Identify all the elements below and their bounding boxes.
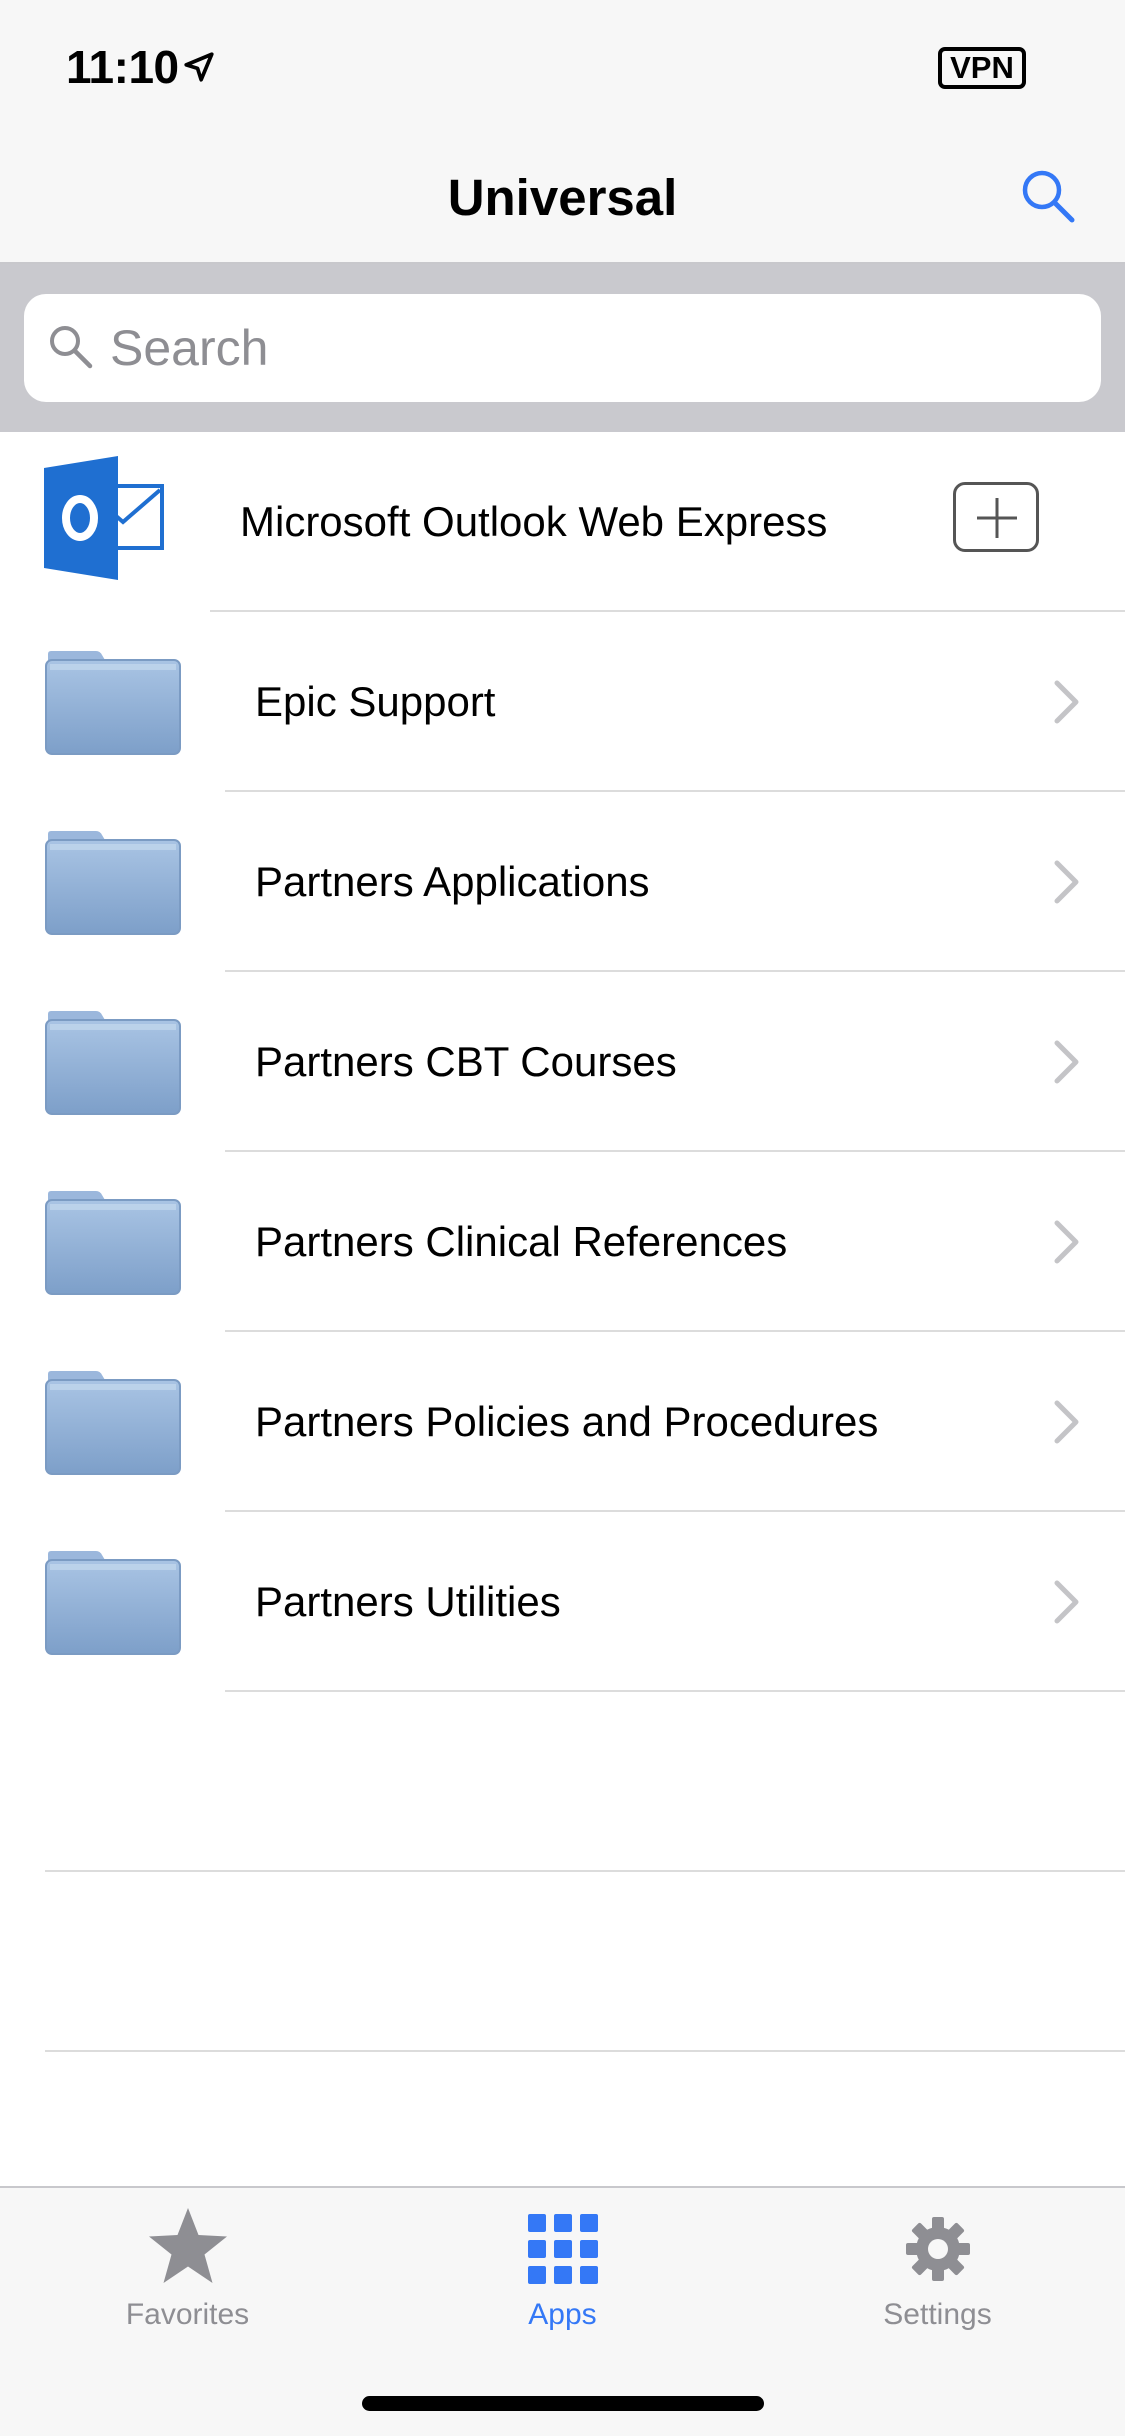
folder-icon	[45, 1371, 181, 1475]
list-item-label: Partners Applications	[255, 858, 650, 905]
outlook-icon	[44, 456, 164, 580]
list-item-outlook[interactable]: Microsoft Outlook Web Express	[0, 432, 1125, 612]
vpn-badge: VPN	[938, 47, 1026, 89]
grid-icon	[527, 2214, 598, 2284]
status-time: 11:10	[66, 41, 179, 93]
tab-label: Apps	[528, 2298, 597, 2331]
folder-icon	[45, 1011, 181, 1115]
tab-label: Settings	[883, 2298, 992, 2331]
list-item-folder[interactable]: Partners Policies and Procedures	[0, 1332, 1125, 1512]
tab-favorites[interactable]: Favorites	[0, 2188, 375, 2348]
add-favorite-button[interactable]	[953, 482, 1039, 552]
list-item-label: Epic Support	[255, 678, 496, 725]
location-arrow-icon	[184, 52, 214, 82]
list-item-folder[interactable]: Partners Clinical References	[0, 1152, 1125, 1332]
screen: 11:10 VPN Universal Search Microsoft Out…	[0, 0, 1125, 2436]
list-item-folder[interactable]: Partners Applications	[0, 792, 1125, 972]
home-indicator	[362, 2396, 764, 2411]
search-field-icon	[50, 326, 93, 369]
page-title: Universal	[447, 169, 678, 226]
list-item-label: Microsoft Outlook Web Express	[240, 498, 828, 545]
star-icon	[148, 2208, 227, 2283]
tab-label: Favorites	[125, 2298, 250, 2331]
chevron-right-icon	[1054, 680, 1079, 724]
empty-row-separator	[45, 2050, 1125, 2052]
row-separator	[225, 1690, 1125, 1692]
chevron-right-icon	[1054, 1580, 1079, 1624]
chevron-right-icon	[1054, 1040, 1079, 1084]
search-icon[interactable]	[1018, 166, 1078, 226]
folder-icon	[45, 831, 181, 935]
list-item-folder[interactable]: Partners Utilities	[0, 1512, 1125, 1692]
search-bar-container	[0, 264, 1125, 432]
nav-bar: Universal	[0, 132, 1125, 264]
folder-icon	[45, 1191, 181, 1295]
chevron-right-icon	[1054, 860, 1079, 904]
list-item-folder[interactable]: Partners CBT Courses	[0, 972, 1125, 1152]
chevron-right-icon	[1054, 1220, 1079, 1264]
folder-icon	[45, 651, 181, 755]
tab-apps[interactable]: Apps	[375, 2188, 750, 2348]
chevron-right-icon	[1054, 1400, 1079, 1444]
plus-icon	[977, 498, 1017, 538]
status-bar: 11:10 VPN	[0, 0, 1125, 132]
apps-list: Microsoft Outlook Web Express Epic Suppo…	[0, 432, 1125, 1692]
search-input[interactable]	[110, 310, 1070, 386]
list-item-label: Partners CBT Courses	[255, 1038, 677, 1085]
list-item-folder[interactable]: Epic Support	[0, 612, 1125, 792]
list-item-label: Partners Policies and Procedures	[255, 1398, 879, 1445]
list-item-label: Partners Utilities	[255, 1578, 561, 1625]
tab-settings[interactable]: Settings	[750, 2188, 1125, 2348]
empty-row-separator	[45, 1870, 1125, 1872]
search-field[interactable]	[24, 294, 1101, 402]
folder-icon	[45, 1551, 181, 1655]
gear-icon	[905, 2217, 970, 2281]
list-item-label: Partners Clinical References	[255, 1218, 788, 1265]
